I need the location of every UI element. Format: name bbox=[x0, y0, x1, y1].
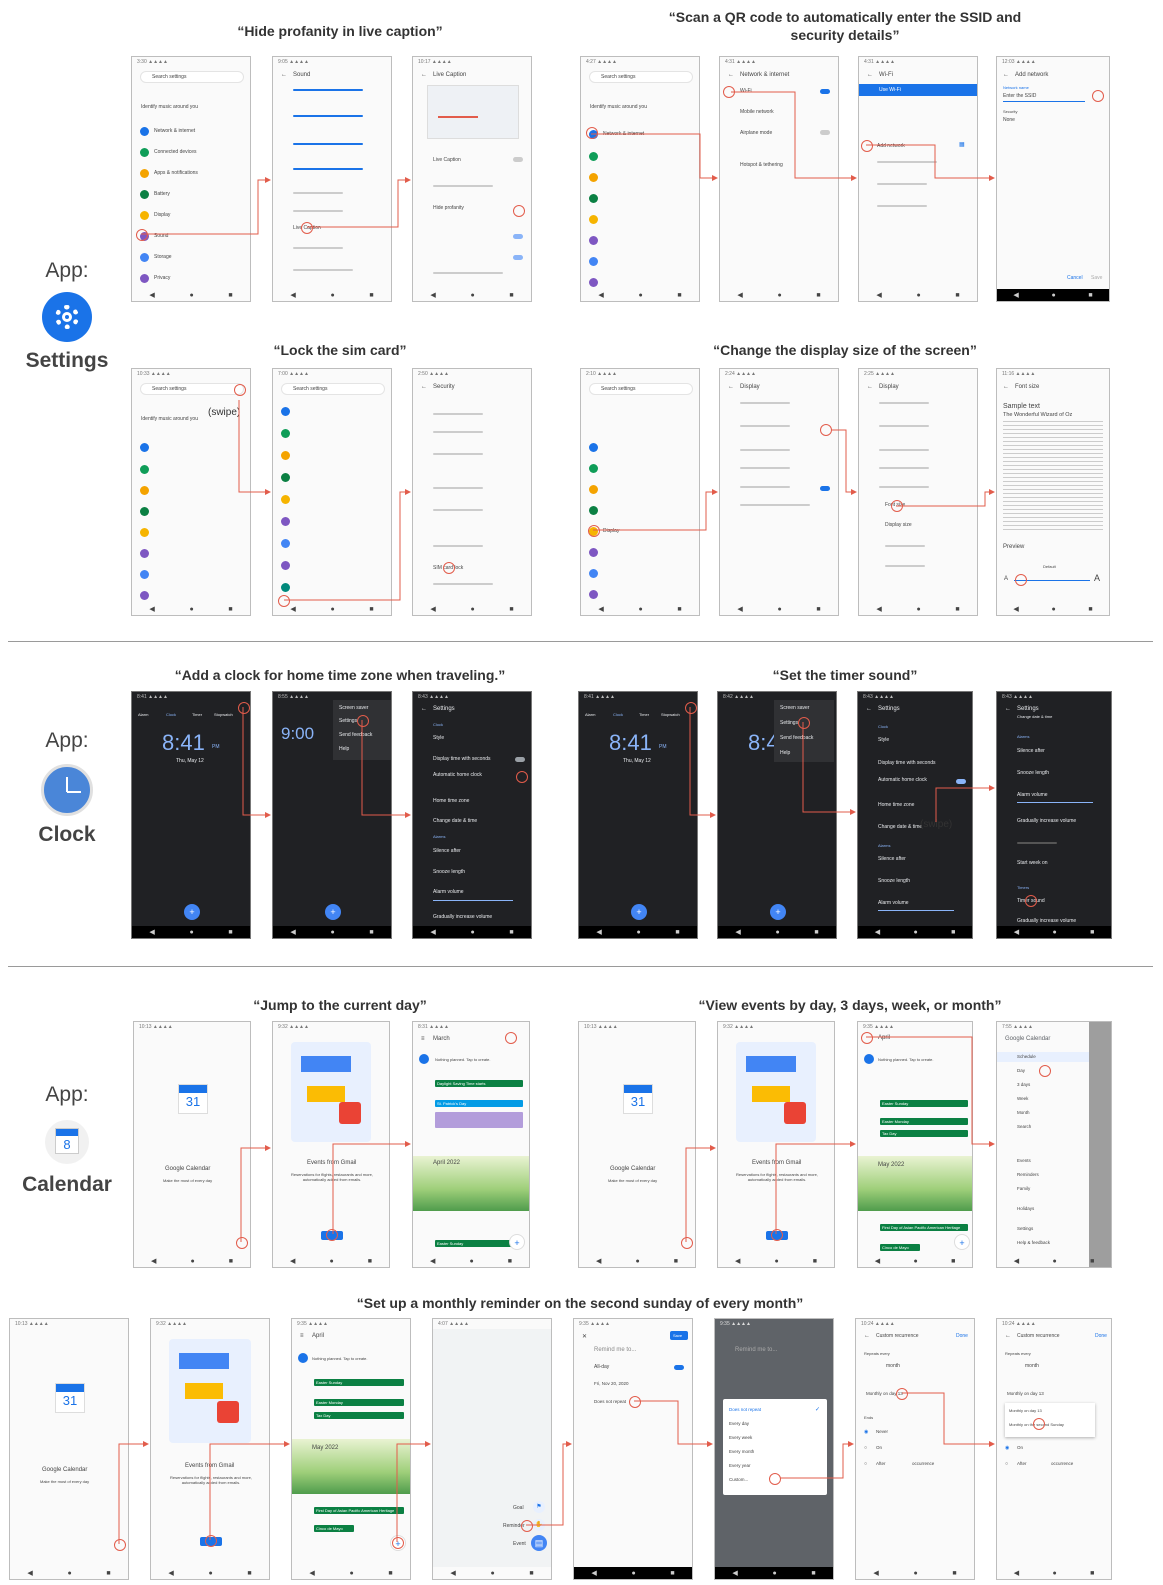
flow-arrow bbox=[689, 707, 716, 818]
flow-arrow bbox=[866, 144, 995, 181]
flow-arrow bbox=[832, 429, 857, 495]
flow-arrow bbox=[361, 720, 411, 818]
flow-arrow bbox=[866, 1036, 995, 1147]
flow-arrow bbox=[731, 91, 857, 181]
flow-arrow bbox=[780, 1441, 854, 1479]
flow-arrow bbox=[685, 1145, 716, 1242]
flow-arrow bbox=[307, 177, 411, 228]
flow-arrow bbox=[141, 177, 271, 235]
flow-arrow bbox=[242, 707, 271, 818]
flow-arrow bbox=[802, 722, 856, 815]
flow-arrow bbox=[775, 1141, 856, 1234]
flow-arrow bbox=[634, 1400, 713, 1447]
flow-arrow bbox=[240, 1145, 271, 1242]
flow-arrow bbox=[209, 1441, 290, 1540]
flow-arrow bbox=[332, 1141, 411, 1234]
flow-arrows bbox=[118, 91, 995, 1544]
flow-arrow bbox=[896, 489, 995, 507]
flow-arrow bbox=[396, 1441, 431, 1542]
figure-root: “Hide profanity in live caption” “Scan a… bbox=[0, 0, 1163, 1585]
flow-arrow bbox=[526, 1441, 572, 1526]
flow-arrow bbox=[118, 1441, 149, 1544]
flow-arrow bbox=[238, 400, 271, 495]
flow-arrow bbox=[593, 489, 718, 531]
flow-arrow bbox=[284, 489, 411, 601]
flow-arrow bbox=[935, 785, 995, 822]
flow-arrow bbox=[591, 133, 718, 181]
flow-arrow bbox=[902, 1392, 995, 1447]
